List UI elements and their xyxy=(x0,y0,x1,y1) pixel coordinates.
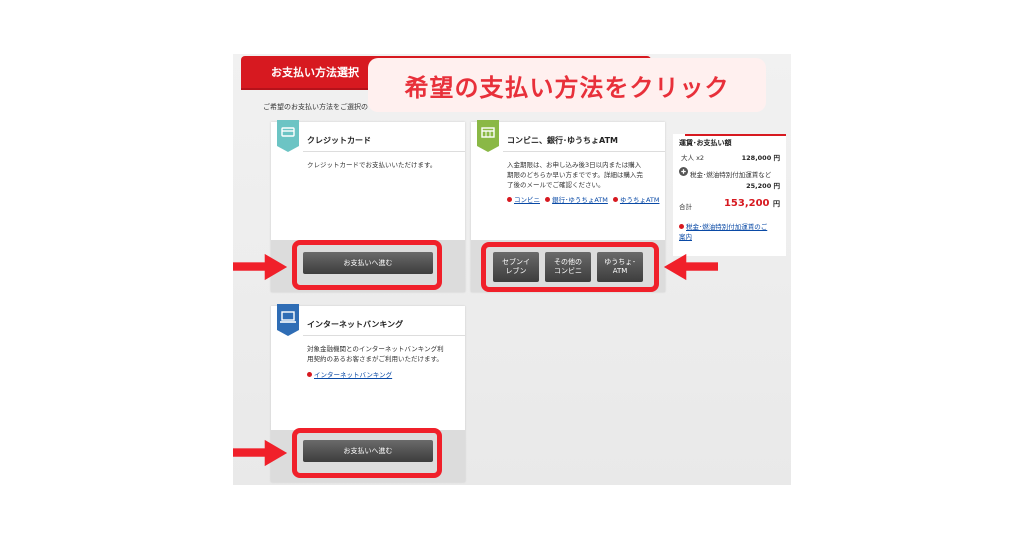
tax-info-link-line2: 案内 xyxy=(679,233,692,241)
card-divider xyxy=(503,151,665,152)
conbini-links: コンビニ 銀行･ゆうちょATM ゆうちょATM xyxy=(507,195,659,205)
total-value: 153,200 xyxy=(723,198,770,209)
highlight-credit-button xyxy=(292,240,442,290)
bullet-icon xyxy=(507,197,512,202)
tax-value: 25,200 円 xyxy=(746,182,780,190)
plus-icon[interactable] xyxy=(679,167,688,176)
highlight-conbini-buttons xyxy=(481,242,659,292)
instruction-callout: 希望の支払い方法をクリック xyxy=(368,58,766,112)
conbini-desc-1: 入金期限は、お申し込み後3日以内または購入 xyxy=(507,161,642,169)
arrow-left-icon xyxy=(663,253,718,281)
intro-text: ご希望のお支払い方法をご選択の xyxy=(263,103,368,111)
tax-label: 税金･燃油特別付加運賃など xyxy=(690,171,772,179)
bullet-icon xyxy=(545,197,551,202)
credit-card-icon xyxy=(277,120,299,152)
summary-title: 運賃･お支払い額 xyxy=(679,139,732,147)
tax-info-link[interactable]: 税金･燃油特別付加運賃のご案内 xyxy=(679,222,767,242)
netbank-desc-2: 用契約のあるお客さまがご利用いただけます。 xyxy=(307,355,443,363)
link-netbank[interactable]: インターネットバンキング xyxy=(307,371,392,379)
card-divider xyxy=(303,335,465,336)
link-conbini[interactable]: コンビニ xyxy=(507,196,540,204)
adult-label: 大人 x2 xyxy=(681,154,705,162)
conbini-title: コンビニ、銀行･ゆうちょATM xyxy=(507,136,618,145)
bullet-icon xyxy=(307,372,312,377)
fare-summary-panel: 運賃･お支払い額 大人 x2 128,000 円 税金･燃油特別付加運賃など 2… xyxy=(673,134,786,256)
total-unit: 円 xyxy=(773,200,780,208)
netbank-title: インターネットバンキング xyxy=(307,320,404,329)
section-title: お支払い方法選択 xyxy=(271,66,359,79)
link-bank-atm[interactable]: 銀行･ゆうちょATM xyxy=(545,196,608,204)
netbank-desc-1: 対象金融機関とのインターネットバンキング利 xyxy=(307,345,444,353)
link-netbank-label: インターネットバンキング xyxy=(314,371,393,379)
link-yucho-atm[interactable]: ゆうちょATM xyxy=(612,196,660,204)
credit-card-desc: クレジットカードでお支払いいただけます。 xyxy=(307,161,437,169)
tax-info-link-line1: 税金･燃油特別付加運賃のご xyxy=(686,223,768,231)
computer-icon xyxy=(277,304,299,336)
summary-accent-bar xyxy=(685,134,786,136)
adult-value: 128,000 円 xyxy=(741,154,780,162)
summary-header: 運賃･お支払い額 xyxy=(673,134,786,148)
conbini-desc-2: 期限のどちらか早い方までです。詳細は購入完 xyxy=(507,171,643,179)
store-icon xyxy=(477,120,499,152)
link-bank-atm-label: 銀行･ゆうちょATM xyxy=(552,196,608,204)
total-label: 合計 xyxy=(679,203,692,211)
bullet-icon xyxy=(679,224,684,229)
netbank-link-wrap: インターネットバンキング xyxy=(307,370,392,380)
credit-card-title: クレジットカード xyxy=(307,136,371,145)
highlight-netbank-button xyxy=(292,428,442,478)
total-value-wrap: 153,200 円 xyxy=(724,198,780,209)
card-divider xyxy=(303,151,465,152)
link-yucho-atm-label: ゆうちょATM xyxy=(619,196,660,204)
arrow-right-icon xyxy=(233,439,288,467)
arrow-right-icon xyxy=(233,253,288,281)
link-conbini-label: コンビニ xyxy=(514,196,540,204)
conbini-desc-3: 了後のメールでご確認ください。 xyxy=(507,181,605,189)
bullet-icon xyxy=(612,197,618,202)
